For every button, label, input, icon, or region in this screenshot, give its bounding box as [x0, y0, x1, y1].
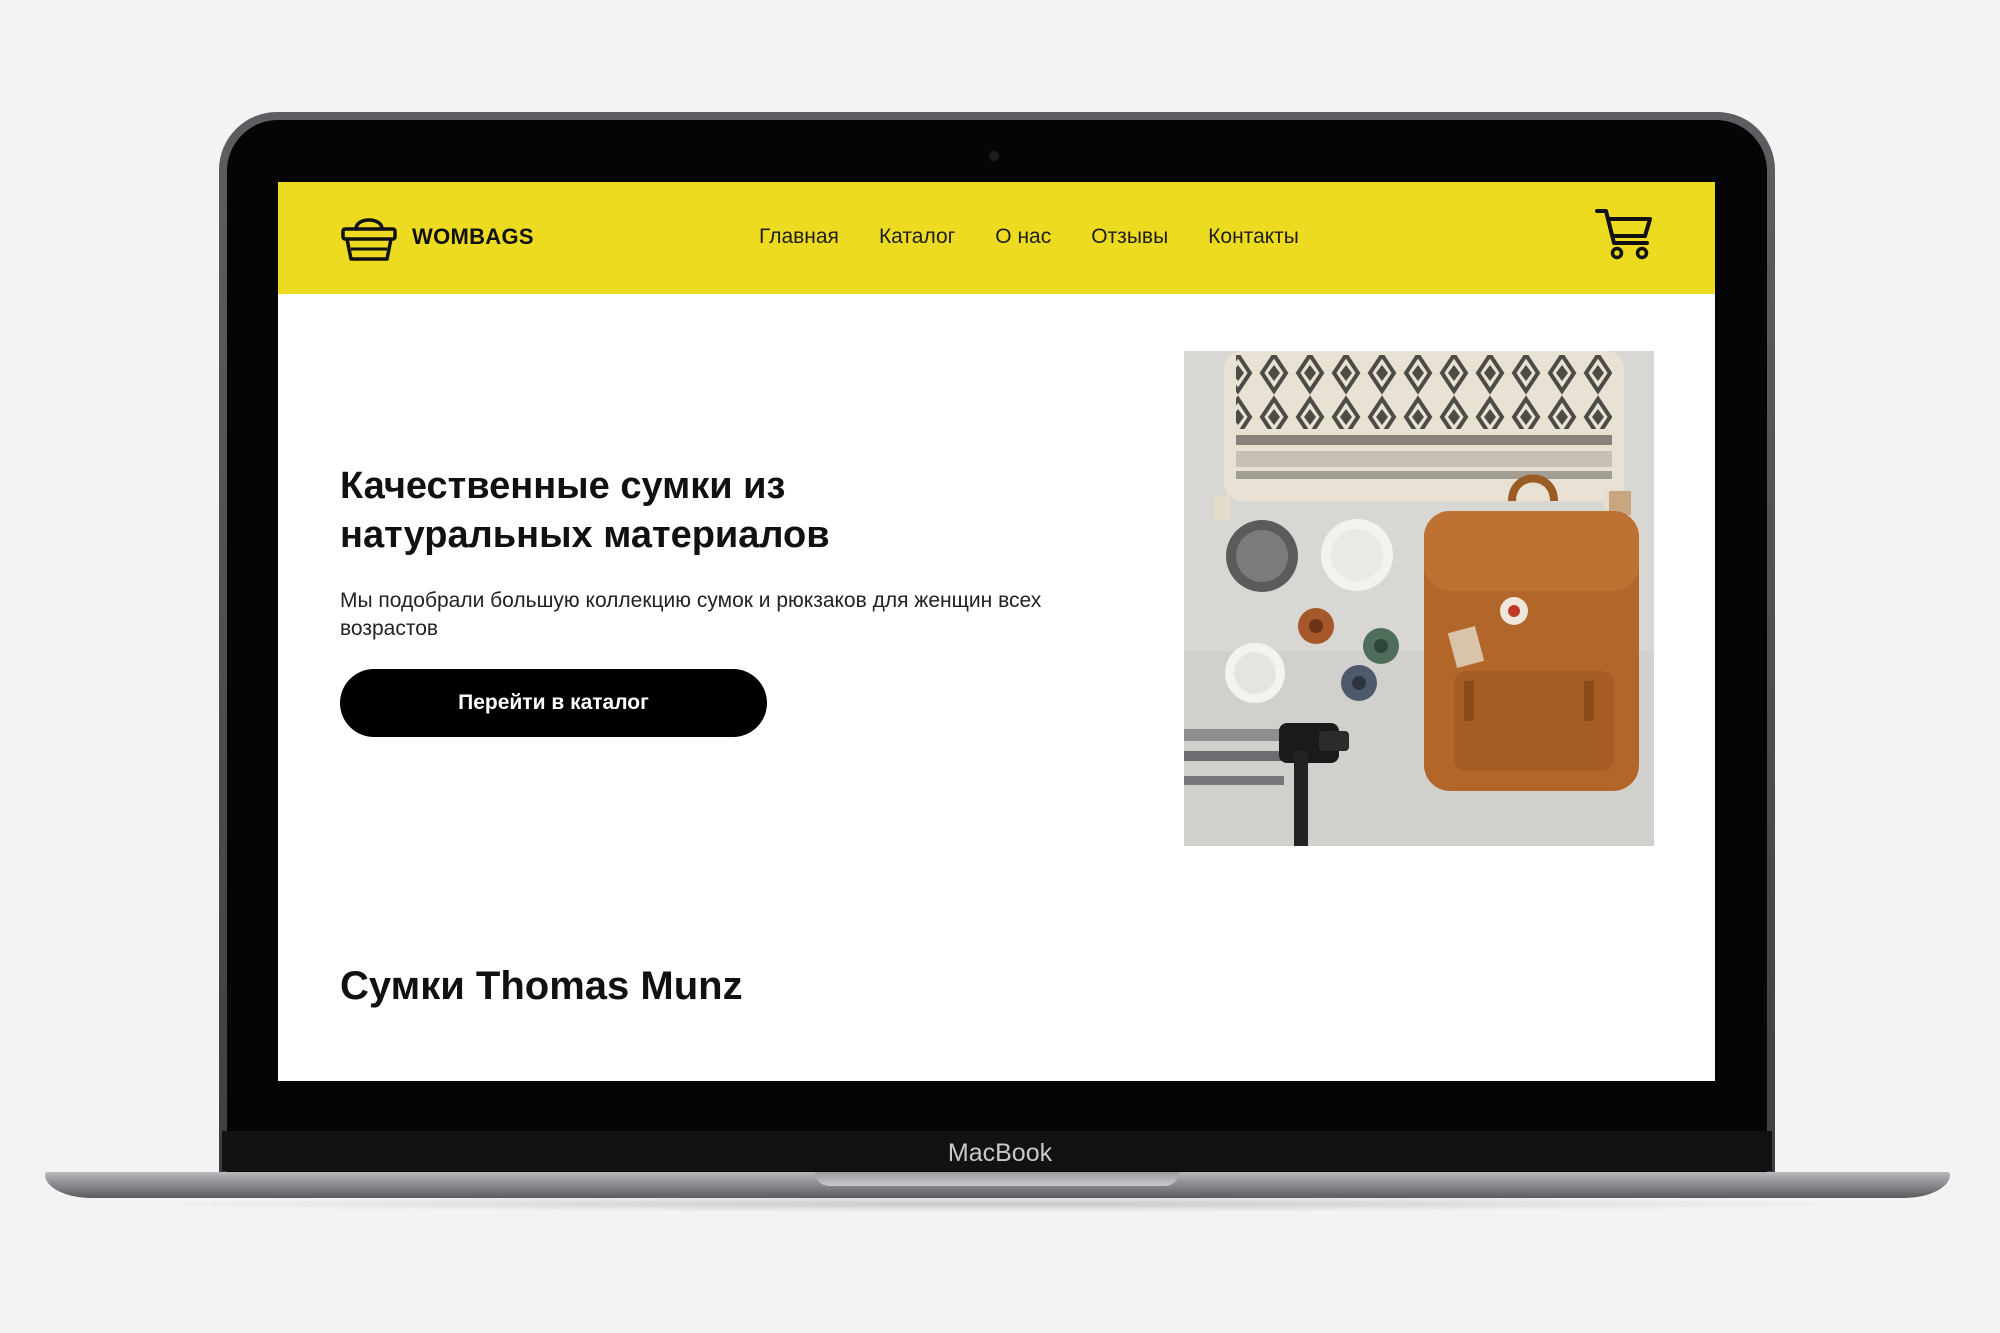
- nav-item-catalog[interactable]: Каталог: [879, 217, 955, 257]
- site-header: WOMBAGS Главная Каталог О нас Отзывы Кон…: [278, 182, 1715, 294]
- laptop-shadow: [110, 1196, 1885, 1212]
- main-nav: Главная Каталог О нас Отзывы Контакты: [759, 217, 1299, 257]
- nav-item-about[interactable]: О нас: [995, 217, 1051, 257]
- go-to-catalog-button[interactable]: Перейти в каталог: [340, 669, 767, 737]
- hero-title: Качественные сумки из натуральных матери…: [340, 465, 830, 556]
- basket-icon: [340, 211, 398, 263]
- section-title: Сумки Thomas Munz: [340, 964, 743, 1008]
- laptop-base-notch: [815, 1172, 1179, 1186]
- nav-item-contacts[interactable]: Контакты: [1208, 217, 1299, 257]
- hero-subtitle: Мы подобрали большую коллекцию сумок и р…: [340, 589, 1042, 640]
- hero-product-photo: [1184, 351, 1654, 846]
- shopping-cart-icon[interactable]: [1594, 206, 1654, 267]
- website-screen: WOMBAGS Главная Каталог О нас Отзывы Кон…: [278, 182, 1715, 1081]
- camera-icon: [989, 151, 999, 161]
- logo[interactable]: WOMBAGS: [340, 207, 534, 267]
- device-brand-label: MacBook: [947, 1139, 1053, 1167]
- nav-item-reviews[interactable]: Отзывы: [1091, 217, 1168, 257]
- logo-text: WOMBAGS: [412, 224, 534, 249]
- nav-item-home[interactable]: Главная: [759, 217, 839, 257]
